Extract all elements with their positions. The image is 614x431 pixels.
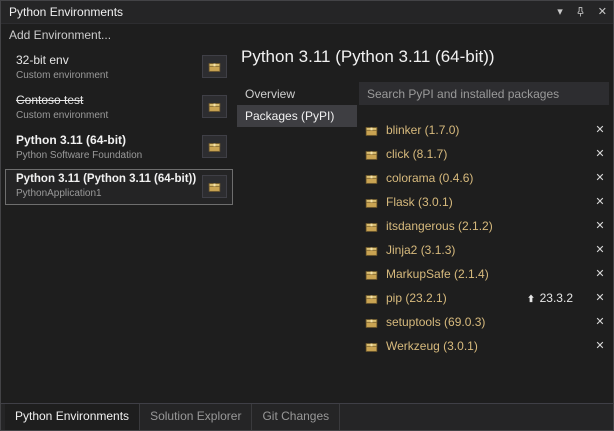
python-environments-window: Python Environments ▾ ✕ Add Environment.… bbox=[0, 0, 614, 431]
update-version: 23.3.2 bbox=[540, 291, 573, 305]
uninstall-package-button[interactable]: ✕ bbox=[591, 310, 609, 334]
close-icon[interactable]: ✕ bbox=[598, 7, 607, 18]
window-titlebar: Python Environments ▾ ✕ bbox=[1, 1, 613, 24]
window-options-dropdown-icon[interactable]: ▾ bbox=[557, 7, 563, 18]
package-row[interactable]: setuptools (69.0.3) ✕ bbox=[359, 310, 611, 334]
uninstall-package-button[interactable]: ✕ bbox=[591, 118, 609, 142]
package-name: Flask (3.0.1) bbox=[386, 195, 453, 209]
environment-name: Python 3.11 (Python 3.11 (64-bit)) bbox=[16, 173, 200, 185]
package-icon bbox=[365, 196, 378, 209]
package-search-input[interactable] bbox=[359, 82, 609, 105]
environment-detail: Python Software Foundation bbox=[16, 150, 200, 161]
tab-solution-explorer[interactable]: Solution Explorer bbox=[140, 404, 252, 430]
arrow-up-icon bbox=[526, 293, 536, 304]
package-row[interactable]: Werkzeug (3.0.1) ✕ bbox=[359, 334, 611, 358]
environment-item[interactable]: 32-bit env Custom environment bbox=[5, 49, 233, 85]
package-icon bbox=[365, 124, 378, 137]
titlebar-icons: ▾ ✕ bbox=[557, 6, 607, 18]
package-row[interactable]: itsdangerous (2.1.2) ✕ bbox=[359, 214, 611, 238]
package-icon bbox=[208, 100, 221, 113]
package-icon bbox=[365, 220, 378, 233]
tab-overview[interactable]: Overview bbox=[237, 83, 357, 105]
package-row[interactable]: colorama (0.4.6) ✕ bbox=[359, 166, 611, 190]
pin-icon[interactable] bbox=[575, 6, 586, 18]
open-interactive-window-button[interactable] bbox=[202, 95, 227, 118]
open-interactive-window-button[interactable] bbox=[202, 175, 227, 198]
window-title: Python Environments bbox=[9, 5, 123, 19]
package-name: pip (23.2.1) bbox=[386, 291, 447, 305]
package-list: blinker (1.7.0) ✕ click (8.1.7) ✕ colora… bbox=[359, 118, 611, 358]
uninstall-package-button[interactable]: ✕ bbox=[591, 142, 609, 166]
environment-name: 32-bit env bbox=[16, 53, 200, 67]
package-icon bbox=[365, 244, 378, 257]
package-row[interactable]: Jinja2 (3.1.3) ✕ bbox=[359, 238, 611, 262]
package-row[interactable]: Flask (3.0.1) ✕ bbox=[359, 190, 611, 214]
package-icon bbox=[365, 340, 378, 353]
package-icon bbox=[365, 316, 378, 329]
package-name: Werkzeug (3.0.1) bbox=[386, 339, 478, 353]
package-icon bbox=[365, 292, 378, 305]
package-icon bbox=[365, 268, 378, 281]
tab-python-environments[interactable]: Python Environments bbox=[5, 404, 140, 430]
detail-tabs: Overview Packages (PyPI) bbox=[237, 83, 357, 127]
environment-item[interactable]: Python 3.11 (64-bit) Python Software Fou… bbox=[5, 129, 233, 165]
tab-packages-pypi[interactable]: Packages (PyPI) bbox=[237, 105, 357, 127]
uninstall-package-button[interactable]: ✕ bbox=[591, 262, 609, 286]
update-package-button[interactable]: 23.3.2 bbox=[526, 291, 573, 305]
environment-detail: Custom environment bbox=[16, 70, 200, 81]
tab-git-changes[interactable]: Git Changes bbox=[252, 404, 340, 430]
environment-detail-title: Python 3.11 (Python 3.11 (64-bit)) bbox=[241, 47, 609, 67]
environment-list: 32-bit env Custom environment Contoso te… bbox=[5, 49, 233, 209]
package-row[interactable]: blinker (1.7.0) ✕ bbox=[359, 118, 611, 142]
environment-detail: Custom environment bbox=[16, 110, 200, 121]
environment-detail: PythonApplication1 bbox=[16, 188, 200, 199]
package-row[interactable]: MarkupSafe (2.1.4) ✕ bbox=[359, 262, 611, 286]
environment-item[interactable]: Contoso test Custom environment bbox=[5, 89, 233, 125]
environment-name: Contoso test bbox=[16, 93, 200, 107]
package-name: setuptools (69.0.3) bbox=[386, 315, 485, 329]
bottom-tab-bar: Python Environments Solution Explorer Gi… bbox=[1, 403, 613, 430]
package-name: blinker (1.7.0) bbox=[386, 123, 459, 137]
package-icon bbox=[208, 140, 221, 153]
uninstall-package-button[interactable]: ✕ bbox=[591, 334, 609, 358]
package-name: click (8.1.7) bbox=[386, 147, 447, 161]
uninstall-package-button[interactable]: ✕ bbox=[591, 166, 609, 190]
uninstall-package-button[interactable]: ✕ bbox=[591, 214, 609, 238]
package-name: colorama (0.4.6) bbox=[386, 171, 473, 185]
package-icon bbox=[208, 180, 221, 193]
environment-name: Python 3.11 (64-bit) bbox=[16, 133, 200, 147]
uninstall-package-button[interactable]: ✕ bbox=[591, 190, 609, 214]
open-interactive-window-button[interactable] bbox=[202, 135, 227, 158]
package-icon bbox=[365, 172, 378, 185]
open-interactive-window-button[interactable] bbox=[202, 55, 227, 78]
environment-item-selected[interactable]: Python 3.11 (Python 3.11 (64-bit)) Pytho… bbox=[5, 169, 233, 205]
package-name: Jinja2 (3.1.3) bbox=[386, 243, 455, 257]
uninstall-package-button[interactable]: ✕ bbox=[591, 286, 609, 310]
package-icon bbox=[208, 60, 221, 73]
uninstall-package-button[interactable]: ✕ bbox=[591, 238, 609, 262]
package-row[interactable]: click (8.1.7) ✕ bbox=[359, 142, 611, 166]
package-icon bbox=[365, 148, 378, 161]
package-row[interactable]: pip (23.2.1) 23.3.2 ✕ bbox=[359, 286, 611, 310]
package-name: MarkupSafe (2.1.4) bbox=[386, 267, 489, 281]
add-environment-link[interactable]: Add Environment... bbox=[9, 28, 111, 42]
package-name: itsdangerous (2.1.2) bbox=[386, 219, 493, 233]
